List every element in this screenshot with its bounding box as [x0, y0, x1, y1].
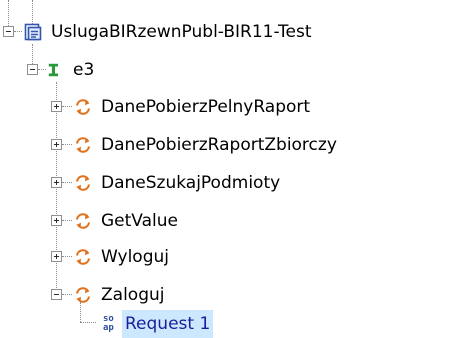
- operation-icon: [76, 175, 90, 191]
- tree-node-label: Wyloguj: [101, 247, 169, 267]
- tree-node-label: UslugaBIRzewnPubl-BIR11-Test: [51, 22, 312, 42]
- tree-node-operation[interactable]: DaneSzukajPodmioty: [74, 169, 283, 197]
- tree-node-label: DanePobierzRaportZbiorczy: [101, 135, 337, 155]
- tree-node-request[interactable]: so ap Request 1: [100, 310, 214, 338]
- operation-icon: [76, 287, 90, 303]
- operation-expand-toggle[interactable]: [51, 215, 62, 226]
- tree-node-label: DanePobierzPelnyRaport: [101, 97, 311, 117]
- operation-expand-toggle[interactable]: [51, 101, 62, 112]
- operation-expand-toggle[interactable]: [51, 139, 62, 150]
- tree-connector: [38, 69, 46, 70]
- tree-node-interface[interactable]: e3: [48, 56, 97, 84]
- tree-node-operation[interactable]: DanePobierzRaportZbiorczy: [74, 131, 340, 159]
- soap-request-icon: so ap: [100, 315, 118, 333]
- tree-connector: [32, 44, 33, 64]
- operation-icon: [76, 99, 90, 115]
- project-tree: UslugaBIRzewnPubl-BIR11-Test e3 DanePobi…: [0, 0, 463, 338]
- tree-connector: [62, 220, 72, 221]
- tree-connector: [62, 294, 72, 295]
- tree-node-operation[interactable]: GetValue: [74, 207, 181, 235]
- tree-node-operation[interactable]: Zaloguj: [74, 281, 167, 309]
- tree-node-label: Zaloguj: [101, 285, 165, 305]
- tree-connector: [62, 106, 72, 107]
- operation-expand-toggle[interactable]: [51, 177, 62, 188]
- tree-connector: [62, 256, 72, 257]
- tree-connector: [62, 182, 72, 183]
- tree-node-label: Request 1: [122, 310, 214, 338]
- tree-connector: [14, 31, 22, 32]
- root-collapse-toggle[interactable]: [3, 26, 14, 37]
- interface-collapse-toggle[interactable]: [27, 64, 38, 75]
- tree-connector: [56, 82, 57, 294]
- operation-icon: [76, 249, 90, 265]
- tree-connector: [8, 0, 9, 26]
- operation-icon: [76, 137, 90, 153]
- operation-collapse-toggle[interactable]: [51, 289, 62, 300]
- tree-node-label: GetValue: [101, 211, 178, 231]
- tree-node-operation[interactable]: Wyloguj: [74, 243, 172, 271]
- project-icon: [24, 23, 42, 41]
- tree-connector: [80, 302, 81, 322]
- tree-node-label: e3: [73, 60, 95, 80]
- operation-icon: [76, 213, 90, 229]
- tree-node-operation[interactable]: DanePobierzPelnyRaport: [74, 93, 313, 121]
- tree-connector: [62, 144, 72, 145]
- tree-node-label: DaneSzukajPodmioty: [101, 173, 281, 193]
- tree-connector: [80, 322, 96, 323]
- soap-icon-text-bottom: ap: [103, 323, 114, 333]
- operation-expand-toggle[interactable]: [51, 251, 62, 262]
- tree-node-project[interactable]: UslugaBIRzewnPubl-BIR11-Test: [24, 18, 315, 46]
- interface-icon: [48, 63, 59, 77]
